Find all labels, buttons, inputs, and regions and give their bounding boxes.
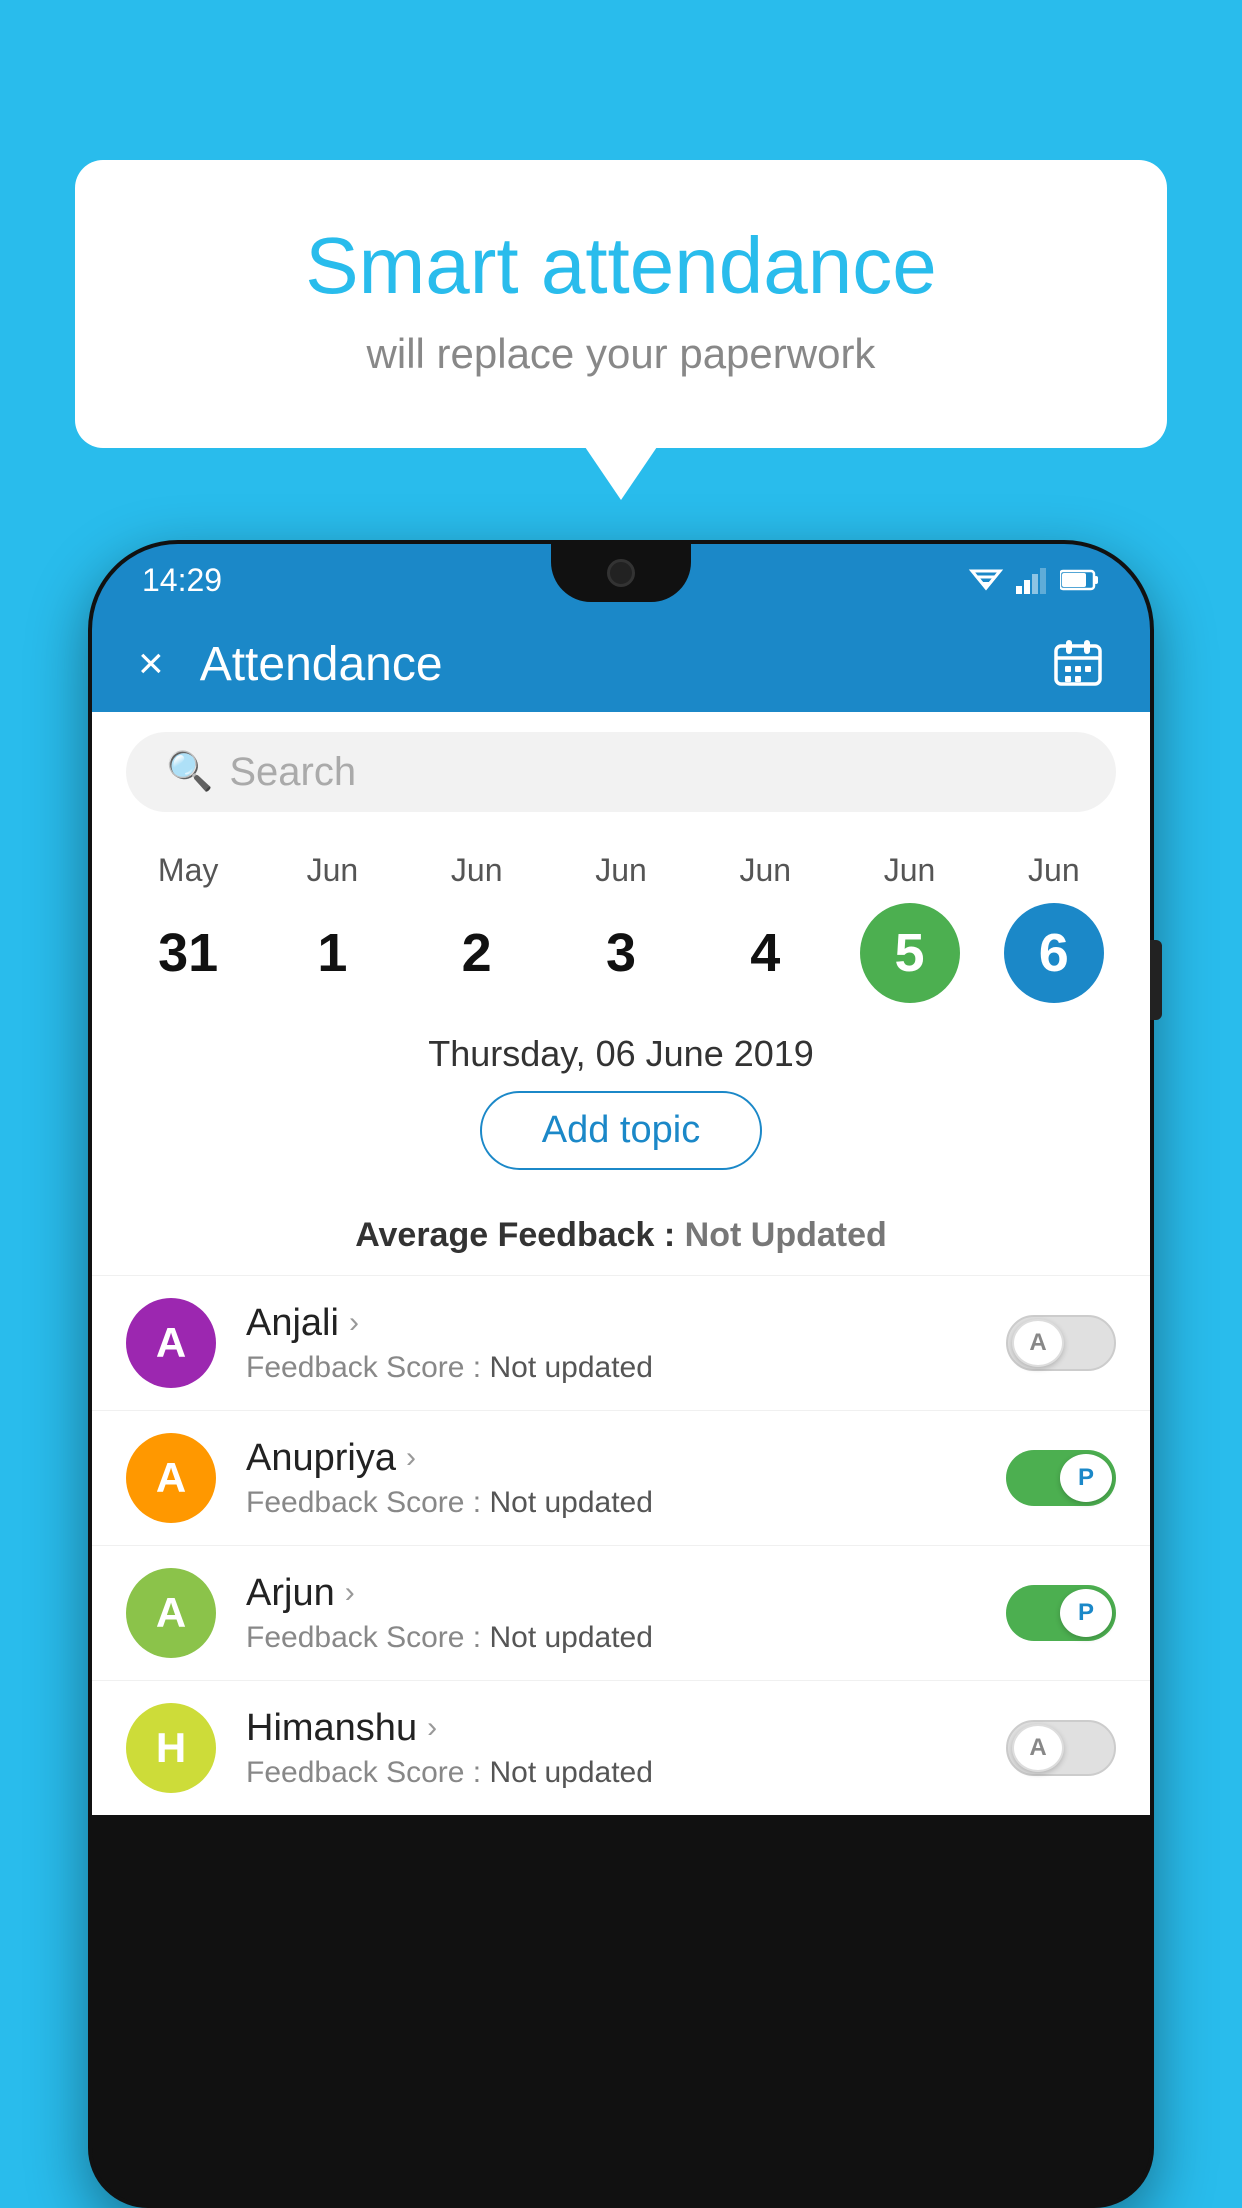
chevron-icon: › bbox=[406, 1441, 416, 1475]
selected-date-label: Thursday, 06 June 2019 bbox=[92, 1013, 1150, 1091]
attendance-toggle[interactable]: P bbox=[1006, 1450, 1116, 1506]
avatar: A bbox=[126, 1298, 216, 1388]
calendar-day[interactable]: Jun 2 bbox=[427, 852, 527, 1003]
side-button-right bbox=[1150, 940, 1162, 1020]
calendar-day[interactable]: Jun 4 bbox=[715, 852, 815, 1003]
add-topic-button[interactable]: Add topic bbox=[480, 1091, 762, 1170]
calendar-day[interactable]: Jun 3 bbox=[571, 852, 671, 1003]
wifi-icon bbox=[968, 566, 1004, 594]
search-placeholder: Search bbox=[229, 750, 356, 795]
toggle-thumb: P bbox=[1060, 1454, 1112, 1502]
avatar: H bbox=[126, 1703, 216, 1793]
chevron-icon: › bbox=[345, 1576, 355, 1610]
student-name: Anupriya › bbox=[246, 1437, 976, 1480]
phone-inner: 14:29 bbox=[92, 544, 1150, 2204]
student-feedback: Feedback Score : Not updated bbox=[246, 1486, 976, 1520]
calendar-day[interactable]: May 31 bbox=[138, 852, 238, 1003]
avg-feedback: Average Feedback : Not Updated bbox=[92, 1206, 1150, 1275]
attendance-toggle[interactable]: A bbox=[1006, 1315, 1116, 1371]
student-list: AAnjali ›Feedback Score : Not updatedAAA… bbox=[92, 1275, 1150, 1815]
toggle-switch[interactable]: A bbox=[1006, 1720, 1116, 1776]
toggle-thumb: A bbox=[1012, 1724, 1064, 1772]
signal-icon bbox=[1016, 566, 1048, 594]
status-icons bbox=[968, 566, 1100, 594]
toggle-switch[interactable]: P bbox=[1006, 1585, 1116, 1641]
toggle-switch[interactable]: P bbox=[1006, 1450, 1116, 1506]
search-icon: 🔍 bbox=[166, 750, 213, 794]
phone-notch bbox=[551, 544, 691, 602]
search-bar[interactable]: 🔍 Search bbox=[126, 732, 1116, 812]
student-feedback: Feedback Score : Not updated bbox=[246, 1756, 976, 1790]
cal-month-label: May bbox=[158, 852, 218, 889]
calendar-day[interactable]: Jun 6 bbox=[1004, 852, 1104, 1003]
student-name: Anjali › bbox=[246, 1302, 976, 1345]
student-row[interactable]: A Anupriya › Feedback Score : Not updated P bbox=[92, 1410, 1150, 1545]
student-row[interactable]: A Arjun › Feedback Score : Not updated P bbox=[92, 1545, 1150, 1680]
bubble-subtitle: will replace your paperwork bbox=[155, 330, 1087, 378]
calendar-day[interactable]: Jun 5 bbox=[860, 852, 960, 1003]
cal-date-number[interactable]: 4 bbox=[715, 903, 815, 1003]
feedback-value: Not updated bbox=[489, 1486, 652, 1519]
toggle-switch[interactable]: A bbox=[1006, 1315, 1116, 1371]
cal-month-label: Jun bbox=[451, 852, 503, 889]
feedback-value: Not updated bbox=[489, 1351, 652, 1384]
cal-month-label: Jun bbox=[595, 852, 647, 889]
avatar: A bbox=[126, 1568, 216, 1658]
battery-icon bbox=[1060, 568, 1100, 592]
cal-date-number[interactable]: 31 bbox=[138, 903, 238, 1003]
avg-feedback-label: Average Feedback : bbox=[355, 1216, 684, 1254]
close-button[interactable]: × bbox=[138, 639, 164, 689]
feedback-value: Not updated bbox=[489, 1756, 652, 1789]
cal-month-label: Jun bbox=[884, 852, 936, 889]
student-feedback: Feedback Score : Not updated bbox=[246, 1351, 976, 1385]
chevron-icon: › bbox=[349, 1306, 359, 1340]
student-row[interactable]: A Anjali › Feedback Score : Not updated A bbox=[92, 1275, 1150, 1410]
feedback-value: Not updated bbox=[489, 1621, 652, 1654]
speech-bubble: Smart attendance will replace your paper… bbox=[75, 160, 1167, 448]
attendance-toggle[interactable]: P bbox=[1006, 1585, 1116, 1641]
student-info: Himanshu › Feedback Score : Not updated bbox=[246, 1707, 976, 1790]
page-title: Attendance bbox=[200, 637, 1052, 692]
student-row[interactable]: H Himanshu › Feedback Score : Not updated A bbox=[92, 1680, 1150, 1815]
cal-month-label: Jun bbox=[307, 852, 359, 889]
student-info: Anupriya › Feedback Score : Not updated bbox=[246, 1437, 976, 1520]
student-name: Arjun › bbox=[246, 1572, 976, 1615]
toggle-thumb: P bbox=[1060, 1589, 1112, 1637]
status-time: 14:29 bbox=[142, 562, 222, 599]
calendar-icon[interactable] bbox=[1052, 636, 1104, 693]
calendar-icon-svg bbox=[1052, 636, 1104, 688]
avatar: A bbox=[126, 1433, 216, 1523]
cal-date-number[interactable]: 6 bbox=[1004, 903, 1104, 1003]
chevron-icon: › bbox=[427, 1711, 437, 1745]
cal-date-number[interactable]: 3 bbox=[571, 903, 671, 1003]
cal-date-number[interactable]: 2 bbox=[427, 903, 527, 1003]
cal-date-number[interactable]: 1 bbox=[282, 903, 382, 1003]
bubble-title: Smart attendance bbox=[155, 220, 1087, 312]
screen-content: 🔍 Search May 31 Jun 1 Jun 2 Jun 3 Jun 4 Jun 5 Jun 6 T… bbox=[92, 712, 1150, 1815]
phone-frame: 14:29 bbox=[88, 540, 1154, 2208]
toggle-thumb: A bbox=[1012, 1319, 1064, 1367]
student-name: Himanshu › bbox=[246, 1707, 976, 1750]
speech-bubble-container: Smart attendance will replace your paper… bbox=[75, 160, 1167, 448]
front-camera bbox=[607, 559, 635, 587]
attendance-toggle[interactable]: A bbox=[1006, 1720, 1116, 1776]
app-header: × Attendance bbox=[92, 616, 1150, 712]
cal-month-label: Jun bbox=[739, 852, 791, 889]
calendar-day[interactable]: Jun 1 bbox=[282, 852, 382, 1003]
avg-feedback-value: Not Updated bbox=[685, 1216, 887, 1254]
cal-date-number[interactable]: 5 bbox=[860, 903, 960, 1003]
student-info: Arjun › Feedback Score : Not updated bbox=[246, 1572, 976, 1655]
student-feedback: Feedback Score : Not updated bbox=[246, 1621, 976, 1655]
student-info: Anjali › Feedback Score : Not updated bbox=[246, 1302, 976, 1385]
search-container: 🔍 Search bbox=[92, 712, 1150, 832]
cal-month-label: Jun bbox=[1028, 852, 1080, 889]
calendar-strip: May 31 Jun 1 Jun 2 Jun 3 Jun 4 Jun 5 Jun 6 bbox=[92, 832, 1150, 1013]
